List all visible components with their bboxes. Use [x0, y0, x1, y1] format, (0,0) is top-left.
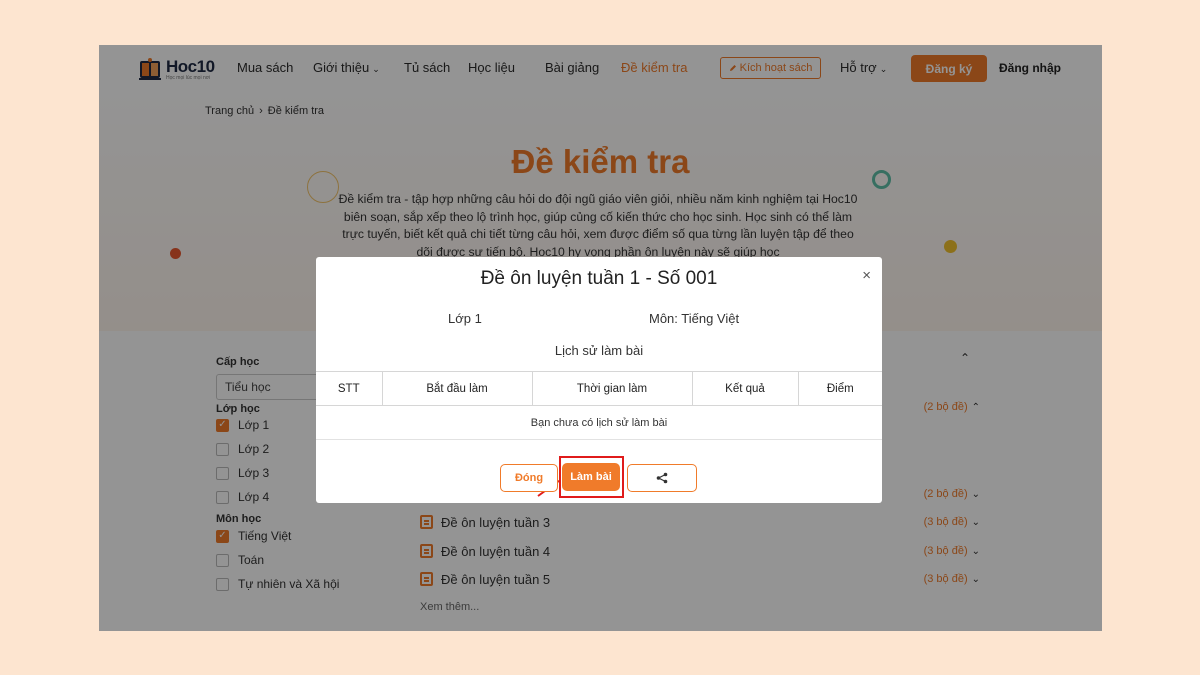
close-button[interactable]: Đóng	[500, 464, 558, 492]
modal-grade: Lớp 1	[448, 311, 482, 326]
modal-subject: Môn: Tiếng Việt	[649, 311, 740, 326]
modal-title: Đề ôn luyện tuần 1 - Số 001	[480, 268, 718, 289]
history-title: Lịch sử làm bài	[554, 343, 644, 358]
test-history-modal: Đề ôn luyện tuần 1 - Số 001 × Lớp 1 Môn:…	[316, 257, 882, 503]
close-icon[interactable]: ×	[862, 267, 871, 284]
browser-frame: Hoc10 Học mọi lúc mọi nơi Mua sách Giới …	[99, 45, 1102, 631]
empty-history-message: Bạn chưa có lịch sử làm bài	[316, 405, 882, 440]
history-table: STT Bắt đầu làm Thời gian làm Kết quả Đi…	[316, 371, 882, 440]
column-header: Thời gian làm	[532, 371, 693, 406]
share-button[interactable]	[627, 464, 697, 492]
annotation-highlight-box	[559, 456, 624, 498]
column-header: Điểm	[798, 371, 882, 406]
column-header: Kết quả	[692, 371, 799, 406]
share-icon	[656, 472, 668, 484]
column-header: Bắt đầu làm	[382, 371, 533, 406]
table-row: Bạn chưa có lịch sử làm bài	[316, 405, 882, 440]
column-header: STT	[316, 371, 383, 406]
